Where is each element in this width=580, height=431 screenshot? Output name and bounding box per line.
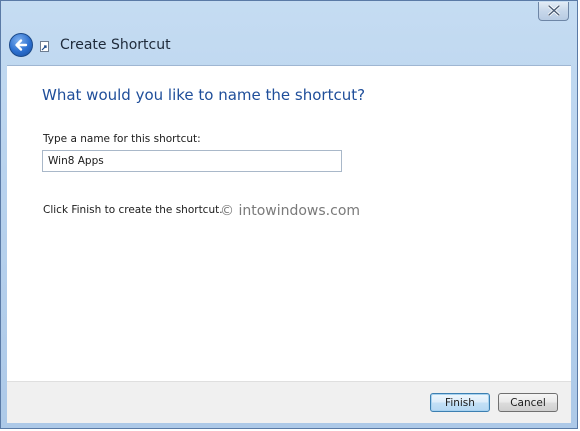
back-arrow-icon [15,39,28,51]
finish-hint-text: Click Finish to create the shortcut. [43,204,223,216]
shortcut-name-input[interactable] [42,150,342,172]
window-title: Create Shortcut [60,37,171,53]
shortcut-icon [40,41,49,52]
cancel-button[interactable]: Cancel [498,393,558,412]
button-footer: Finish Cancel [7,381,571,423]
close-button[interactable] [538,2,569,21]
watermark-text: © intowindows.com [220,203,361,219]
finish-button[interactable]: Finish [430,393,490,412]
page-heading: What would you like to name the shortcut… [42,86,366,104]
back-button[interactable] [9,33,33,57]
close-icon [548,5,560,16]
shortcut-name-label: Type a name for this shortcut: [43,133,201,145]
title-bar: Create Shortcut [1,1,577,65]
content-panel: What would you like to name the shortcut… [7,65,571,381]
create-shortcut-window: Create Shortcut What would you like to n… [0,0,578,429]
